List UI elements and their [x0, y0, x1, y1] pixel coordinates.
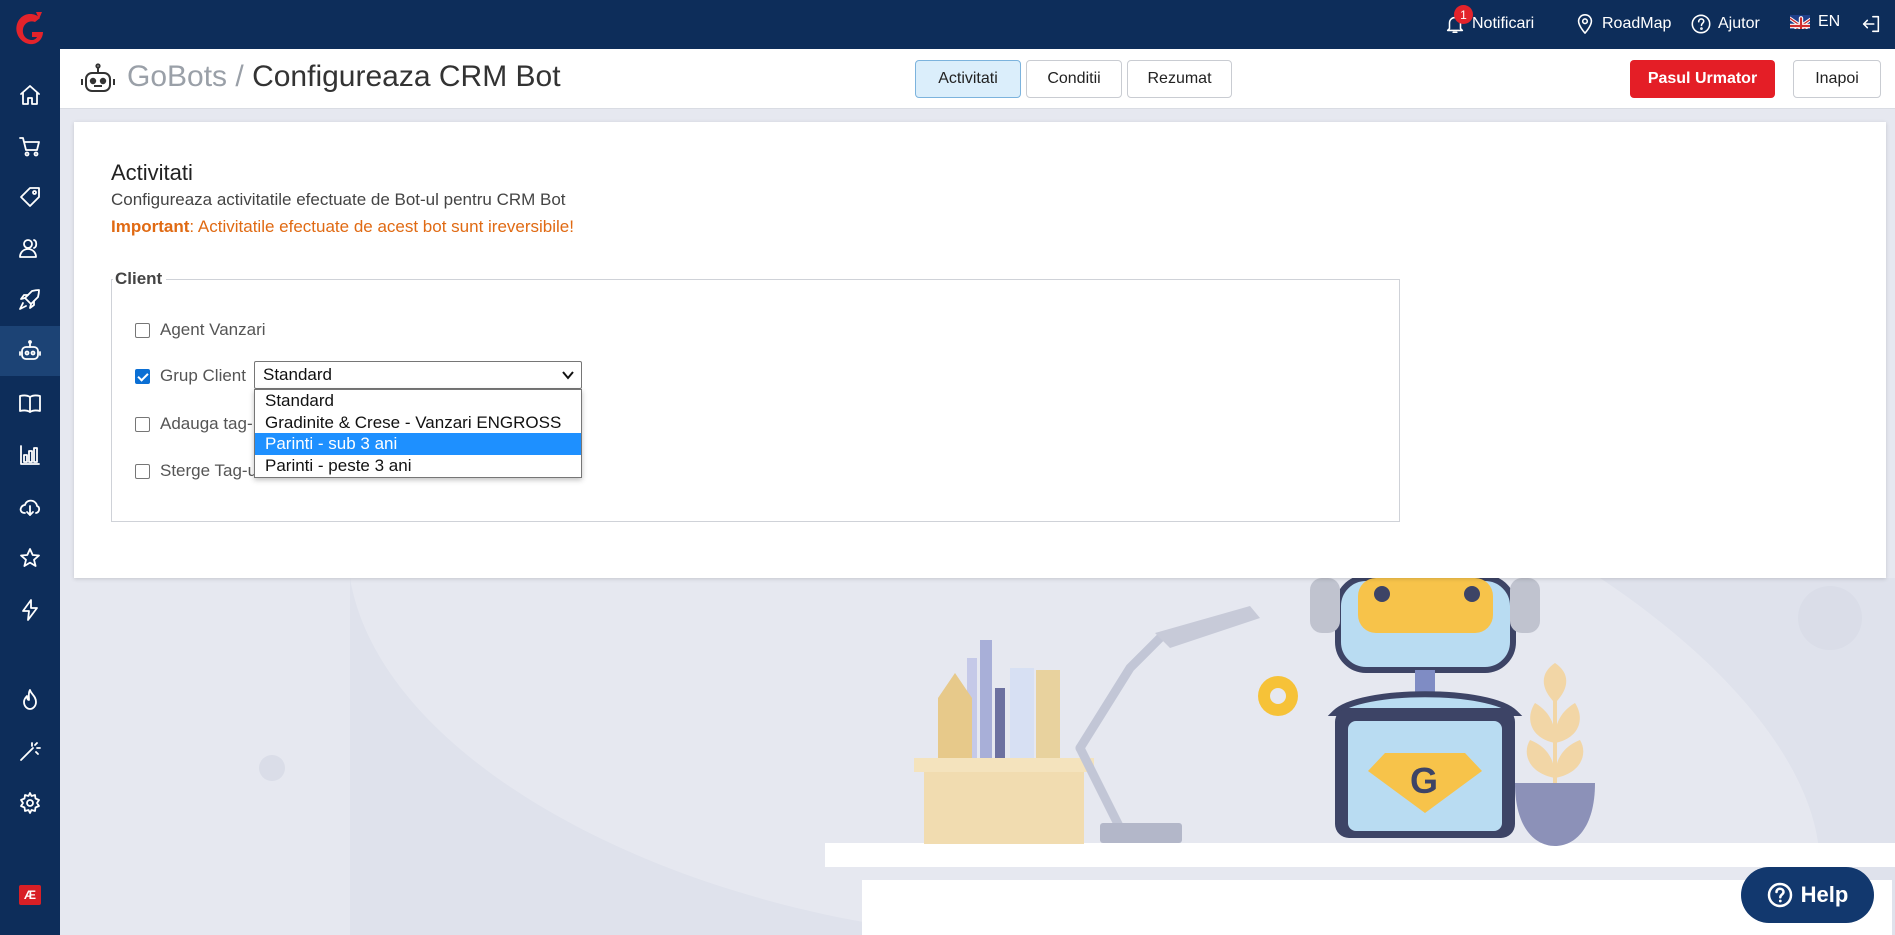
client-group-dropdown: Standard Gradinite & Crese - Vanzari ENG…: [254, 389, 582, 478]
home-icon[interactable]: [15, 80, 45, 110]
adauga-tag-checkbox[interactable]: [135, 416, 150, 432]
fire-icon[interactable]: [15, 685, 45, 715]
lightning-icon[interactable]: [15, 595, 45, 625]
warning-text: : Activitatile efectuate de acest bot su…: [189, 217, 574, 236]
client-group-select[interactable]: Standard: [254, 361, 582, 389]
magic-wand-icon[interactable]: [15, 736, 45, 766]
ae-logo-icon[interactable]: Æ: [19, 885, 41, 905]
question-circle-icon: [1767, 882, 1792, 908]
page-header: GoBots / Configureaza CRM Bot Activitati…: [60, 49, 1895, 109]
option-sterge-tag[interactable]: Sterge Tag-u: [135, 461, 257, 481]
activities-card: Activitati Configureaza activitatile efe…: [74, 122, 1886, 578]
roadmap-label: RoadMap: [1602, 15, 1672, 32]
bot-icon[interactable]: [15, 336, 45, 366]
sidebar: Æ: [0, 0, 60, 935]
tag-icon[interactable]: [15, 182, 45, 212]
page-title: GoBots / Configureaza CRM Bot: [127, 60, 561, 94]
sterge-tag-checkbox[interactable]: [135, 463, 150, 479]
gear-icon[interactable]: [15, 788, 45, 818]
option-grup-client[interactable]: Grup Client: [135, 366, 246, 386]
client-group-select-value: Standard: [263, 365, 332, 384]
tab-rezumat[interactable]: Rezumat: [1127, 60, 1232, 98]
logout-button[interactable]: [1860, 13, 1888, 35]
card-subtitle: Configureaza activitatile efectuate de B…: [111, 190, 566, 209]
star-icon[interactable]: [15, 543, 45, 573]
svg-text:G: G: [1410, 760, 1438, 801]
sterge-tag-label: Sterge Tag-u: [160, 461, 258, 480]
option-adauga-tag[interactable]: Adauga tag-: [135, 414, 253, 434]
logout-icon: [1862, 15, 1880, 33]
dropdown-option[interactable]: Standard: [255, 390, 581, 412]
grup-client-checkbox[interactable]: [135, 368, 150, 384]
language-label: EN: [1818, 13, 1841, 30]
help-link[interactable]: Ajutor: [1690, 13, 1760, 35]
notifications-link[interactable]: 1 Notificari: [1444, 5, 1535, 35]
card-title: Activitati: [111, 160, 193, 185]
help-label: Ajutor: [1718, 15, 1760, 32]
breadcrumb-current: Configureaza CRM Bot: [252, 60, 561, 93]
adauga-tag-label: Adauga tag-: [160, 414, 253, 433]
tab-activitati[interactable]: Activitati: [915, 60, 1021, 98]
option-agent-vanzari[interactable]: Agent Vanzari: [135, 320, 266, 340]
notification-badge: 1: [1454, 5, 1473, 24]
book-icon[interactable]: [15, 388, 45, 418]
notifications-label: Notificari: [1472, 15, 1535, 32]
language-selector[interactable]: EN: [1790, 13, 1840, 31]
breadcrumb-separator: /: [227, 60, 253, 93]
breadcrumb-parent[interactable]: GoBots: [127, 60, 227, 93]
dropdown-option[interactable]: Parinti - peste 3 ani: [255, 455, 581, 477]
rocket-icon[interactable]: [15, 284, 45, 314]
help-button[interactable]: Help: [1741, 867, 1874, 923]
cart-icon[interactable]: [15, 131, 45, 161]
grup-client-label: Grup Client: [160, 366, 246, 385]
users-icon[interactable]: [15, 233, 45, 263]
warning-label: Important: [111, 217, 190, 236]
robot-illustration: G: [60, 578, 1895, 935]
uk-flag-icon: [1790, 15, 1810, 29]
back-button[interactable]: Inapoi: [1793, 60, 1881, 98]
help-button-label: Help: [1800, 882, 1849, 907]
warning-message: Important: Activitatile efectuate de ace…: [111, 217, 574, 237]
agent-vanzari-checkbox[interactable]: [135, 322, 150, 338]
agent-vanzari-label: Agent Vanzari: [160, 320, 266, 339]
next-step-button[interactable]: Pasul Urmator: [1630, 60, 1775, 98]
bell-icon: 1: [1444, 5, 1473, 35]
cloud-download-icon[interactable]: [15, 492, 45, 522]
roadmap-link[interactable]: RoadMap: [1574, 13, 1671, 35]
map-pin-icon: [1577, 14, 1593, 34]
chart-icon[interactable]: [15, 440, 45, 470]
client-section-label: Client: [113, 269, 167, 289]
bot-header-icon: [81, 63, 115, 92]
app-logo-icon[interactable]: [12, 10, 48, 48]
dropdown-option[interactable]: Gradinite & Crese - Vanzari ENGROSS: [255, 412, 581, 434]
question-icon: [1691, 14, 1711, 34]
top-bar: 1 Notificari RoadMap Ajutor EN: [60, 0, 1895, 49]
chevron-down-icon: [562, 371, 574, 380]
dropdown-option-highlighted[interactable]: Parinti - sub 3 ani: [255, 433, 581, 455]
tab-conditii[interactable]: Conditii: [1026, 60, 1122, 98]
